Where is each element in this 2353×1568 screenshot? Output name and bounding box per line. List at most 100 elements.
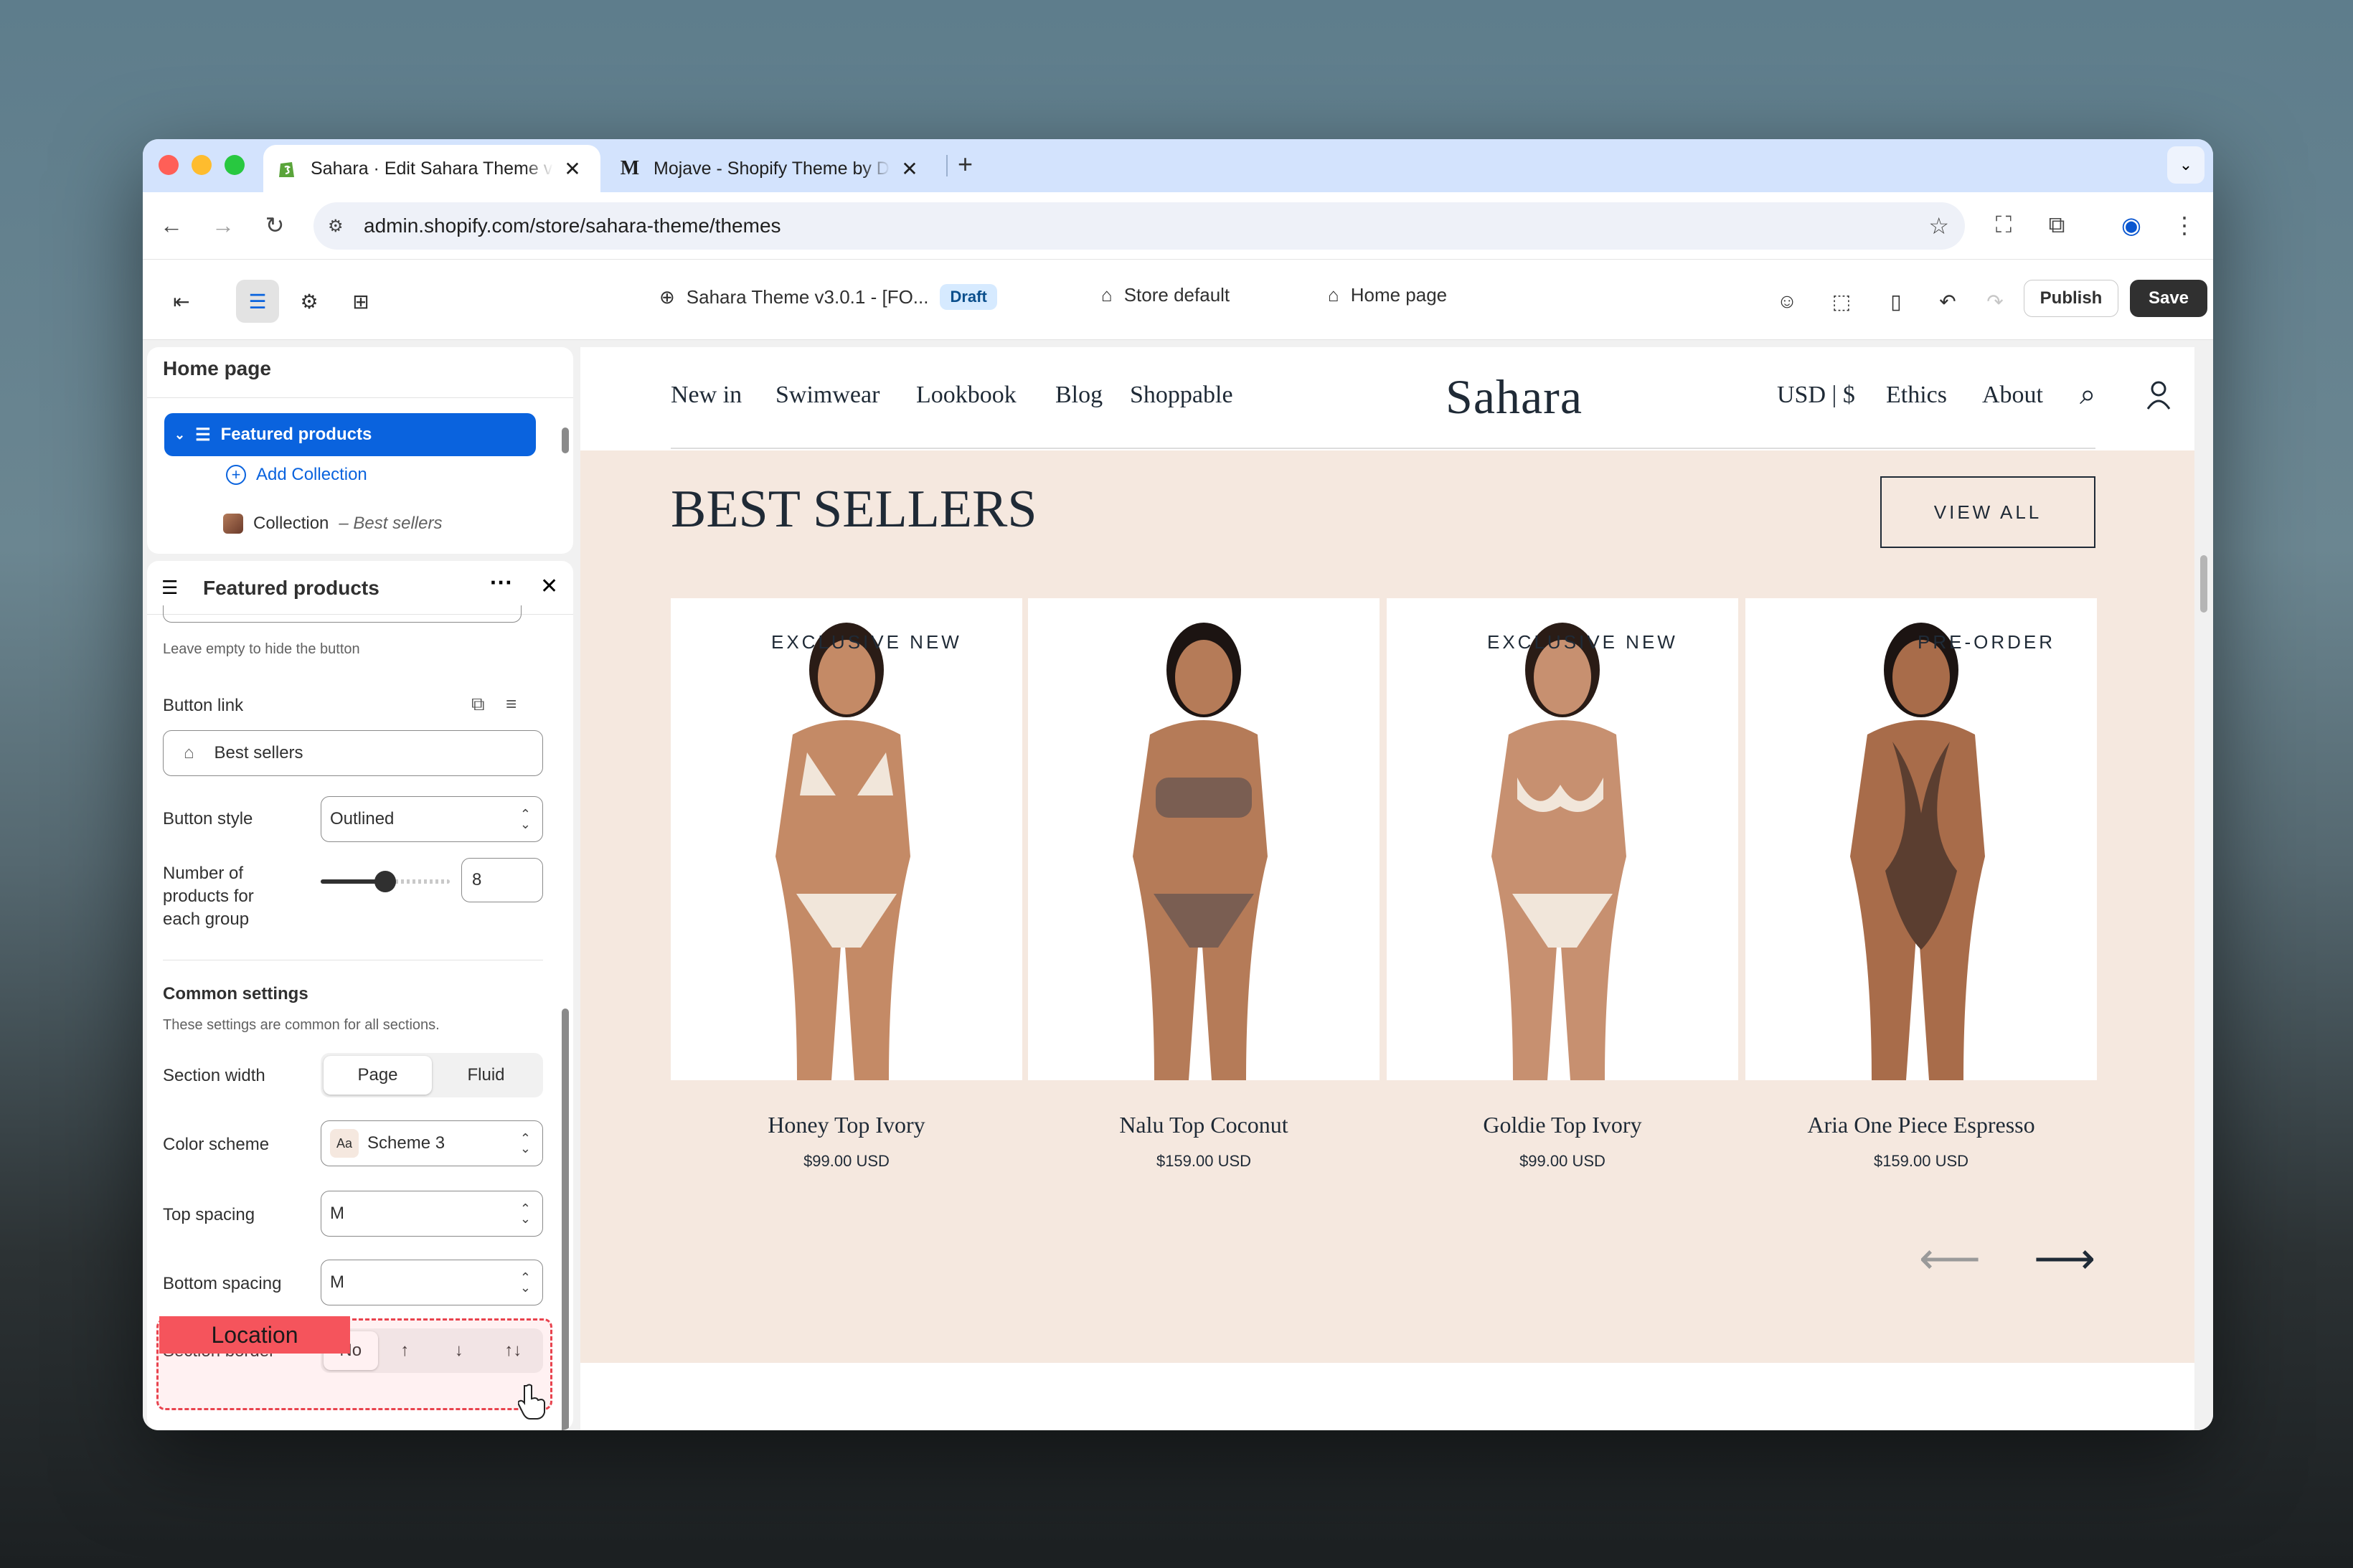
hand-cursor-icon xyxy=(518,1384,545,1420)
theme-selector[interactable]: ⊕ Sahara Theme v3.0.1 - [FO... Draft xyxy=(659,284,997,310)
product-name[interactable]: Honey Top Ivory xyxy=(671,1112,1022,1138)
nav-link-shoppable[interactable]: Shoppable xyxy=(1130,382,1233,409)
currency-selector[interactable]: USD | $ xyxy=(1777,382,1855,409)
store-default-selector[interactable]: ⌂ Store default xyxy=(1101,284,1230,306)
close-icon[interactable]: ✕ xyxy=(540,574,558,599)
undo-icon[interactable]: ↶ xyxy=(1926,280,1969,323)
site-settings-icon[interactable]: ⚙ xyxy=(328,216,344,237)
bottom-spacing-select[interactable]: M ⌃ ⌄ xyxy=(321,1260,543,1305)
theme-settings-gear-icon[interactable]: ⚙ xyxy=(288,280,331,323)
redo-icon[interactable]: ↷ xyxy=(1974,280,2017,323)
add-collection-button[interactable]: + Add Collection xyxy=(226,465,367,485)
button-label-input[interactable] xyxy=(163,605,522,623)
product-name[interactable]: Nalu Top Coconut xyxy=(1028,1112,1380,1138)
nav-link-swimwear[interactable]: Swimwear xyxy=(775,382,880,409)
editor-topbar: ⇤ ☰ ⚙ ⊞ ⊕ Sahara Theme v3.0.1 - [FO... D… xyxy=(143,260,2213,340)
num-products-label: products for xyxy=(163,887,254,906)
new-tab-button[interactable]: + xyxy=(958,149,973,179)
color-scheme-value: Scheme 3 xyxy=(367,1133,445,1153)
nav-link-ethics[interactable]: Ethics xyxy=(1886,382,1947,409)
section-width-page[interactable]: Page xyxy=(324,1056,432,1095)
close-window-button[interactable] xyxy=(159,155,179,175)
dynamic-source-icon[interactable]: ≡ xyxy=(506,693,517,715)
mojave-favicon-icon: M xyxy=(620,157,640,179)
tab-sahara[interactable]: Sahara · Edit Sahara Theme v3.0.1 ✕ xyxy=(263,145,600,192)
close-tab-icon[interactable]: ✕ xyxy=(899,157,920,181)
section-width-fluid[interactable]: Fluid xyxy=(432,1056,540,1095)
product-price: $159.00 USD xyxy=(1873,1152,1969,1170)
scrollbar[interactable] xyxy=(562,428,569,453)
app-embeds-icon[interactable]: ⊞ xyxy=(339,280,382,323)
link-tag-icon: ⌂ xyxy=(184,743,194,762)
more-options-icon[interactable]: ··· xyxy=(490,570,513,596)
menu-kebab-icon[interactable]: ⋮ xyxy=(2166,207,2203,244)
scrollbar[interactable] xyxy=(562,1009,569,1430)
maximize-window-button[interactable] xyxy=(225,155,245,175)
button-help-text: Leave empty to hide the button xyxy=(163,641,360,657)
product-card[interactable]: EXCLUSIVE NEW xyxy=(1387,598,1738,1080)
profile-icon[interactable]: ◉ xyxy=(2113,207,2150,244)
mobile-preview-icon[interactable]: ▯ xyxy=(1875,280,1918,323)
sections-icon[interactable]: ☰ xyxy=(236,280,279,323)
section-icon: ☰ xyxy=(195,425,211,445)
plus-circle-icon: + xyxy=(226,465,246,485)
home-icon: ⌂ xyxy=(1328,284,1339,306)
page-selector[interactable]: ⌂ Home page xyxy=(1328,284,1447,306)
carousel-next-arrow-icon[interactable]: ⟶ xyxy=(2034,1234,2095,1284)
collection-block[interactable]: Collection – Best sellers xyxy=(223,514,442,534)
top-spacing-select[interactable]: M ⌃ ⌄ xyxy=(321,1191,543,1237)
external-link-icon[interactable]: ⧉ xyxy=(471,693,485,716)
nav-link-new-in[interactable]: New in xyxy=(671,382,742,409)
forward-arrow-icon[interactable]: → xyxy=(204,207,242,244)
section-tree-panel: Home page ⌄ ☰ Featured products + Add Co… xyxy=(147,347,573,554)
exit-icon[interactable]: ⇤ xyxy=(160,280,203,323)
ai-assistant-icon[interactable]: ☺ xyxy=(1765,280,1809,323)
tab-mojave[interactable]: M Mojave - Shopify Theme by Dev ✕ xyxy=(606,145,936,192)
product-name[interactable]: Goldie Top Ivory xyxy=(1387,1112,1738,1138)
button-style-select[interactable]: Outlined ⌃ ⌄ xyxy=(321,796,543,842)
button-link-field[interactable]: ⌂ Best sellers xyxy=(163,730,543,776)
section-width-toggle[interactable]: Page Fluid xyxy=(321,1053,543,1097)
view-all-button[interactable]: VIEW ALL xyxy=(1880,476,2095,548)
account-icon[interactable] xyxy=(2146,380,2172,410)
chevron-down-icon[interactable]: ⌄ xyxy=(174,428,185,443)
back-arrow-icon[interactable]: ← xyxy=(153,207,190,244)
preview-scroll-gutter xyxy=(2194,347,2213,1430)
inspector-icon[interactable]: ⬚ xyxy=(1820,280,1863,323)
button-link-value: Best sellers xyxy=(214,743,303,762)
common-settings-help: These settings are common for all sectio… xyxy=(163,1017,440,1033)
page-title: Home page xyxy=(163,357,271,379)
store-logo[interactable]: Sahara xyxy=(1446,369,1583,425)
save-button[interactable]: Save xyxy=(2130,280,2207,317)
tab-list-chevron-icon[interactable]: ⌄ xyxy=(2167,146,2205,184)
tab-divider xyxy=(946,155,948,176)
products-slider[interactable] xyxy=(321,871,450,892)
slider-thumb[interactable] xyxy=(374,871,396,892)
product-card[interactable] xyxy=(1028,598,1380,1080)
num-products-value: 8 xyxy=(472,870,482,889)
divider xyxy=(147,397,573,398)
nav-link-blog[interactable]: Blog xyxy=(1055,382,1103,409)
section-featured-products[interactable]: ⌄ ☰ Featured products xyxy=(164,413,536,456)
product-card[interactable]: EXCLUSIVE NEW xyxy=(671,598,1022,1080)
nav-link-about[interactable]: About xyxy=(1982,382,2043,409)
extensions-icon[interactable]: ⧉ xyxy=(2038,207,2075,244)
draft-badge: Draft xyxy=(940,284,997,310)
minimize-window-button[interactable] xyxy=(192,155,212,175)
publish-button[interactable]: Publish xyxy=(2024,280,2118,317)
url-text[interactable]: admin.shopify.com/store/sahara-theme/the… xyxy=(364,214,781,237)
screenshot-icon[interactable]: ⛶ xyxy=(1985,207,2022,244)
nav-link-lookbook[interactable]: Lookbook xyxy=(916,382,1017,409)
carousel-prev-arrow-icon[interactable]: ⟵ xyxy=(1919,1234,1981,1284)
color-scheme-select[interactable]: Aa Scheme 3 ⌃ ⌄ xyxy=(321,1120,543,1166)
num-products-input[interactable]: 8 xyxy=(461,858,543,902)
omnibox[interactable]: ⚙ admin.shopify.com/store/sahara-theme/t… xyxy=(313,202,1965,250)
reload-icon[interactable]: ↻ xyxy=(256,207,293,244)
search-icon[interactable]: ⌕ xyxy=(2080,379,2095,411)
scrollbar[interactable] xyxy=(2200,555,2207,613)
section-settings-panel: ☰ Featured products ··· ✕ Leave empty to… xyxy=(147,561,573,1430)
bookmark-star-icon[interactable]: ☆ xyxy=(1928,212,1949,240)
product-name[interactable]: Aria One Piece Espresso xyxy=(1745,1112,2097,1138)
product-card[interactable]: PRE-ORDER xyxy=(1745,598,2097,1080)
close-tab-icon[interactable]: ✕ xyxy=(562,157,583,181)
